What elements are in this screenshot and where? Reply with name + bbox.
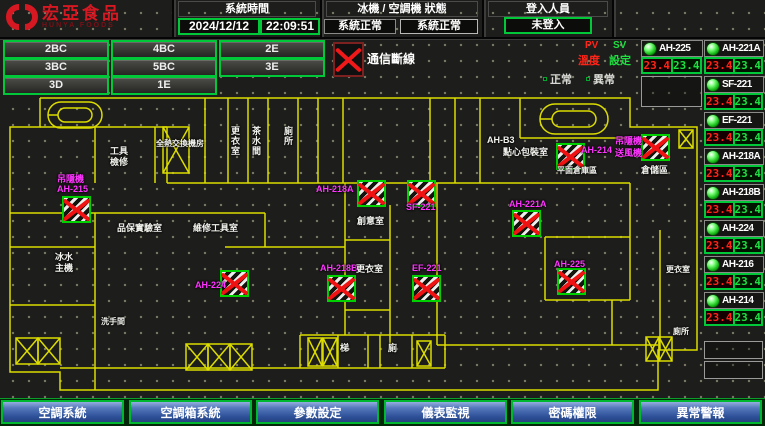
elevator-shaft: [308, 338, 322, 366]
stairs-icon: [48, 102, 102, 128]
wall-lines: [10, 98, 697, 390]
map-label: AH-215: [57, 184, 88, 194]
device-ah-218b[interactable]: [327, 275, 356, 302]
map-label: 檢修: [110, 157, 128, 167]
elevator-shaft: [16, 338, 38, 364]
map-label: EF-221: [412, 263, 442, 273]
stairs-icons: [48, 102, 608, 134]
map-label: AH-225: [554, 259, 585, 269]
map-label: 全熱交換機房: [156, 139, 204, 149]
map-label: 冰水: [55, 252, 73, 262]
map-label: 平面倉庫區: [557, 166, 597, 176]
elevator-shaft: [186, 344, 208, 370]
elevator-shaft: [659, 337, 672, 361]
elevator-shaft: [646, 337, 659, 361]
map-label: 洗手間: [101, 317, 125, 327]
elevator-shaft: [679, 130, 693, 148]
map-label: AH-214: [581, 145, 612, 155]
elevator-shaft: [230, 344, 252, 370]
device-supply-fan[interactable]: [641, 134, 670, 161]
map-label: 茶水間: [251, 126, 260, 156]
device-ah-225[interactable]: [557, 268, 586, 295]
map-label: 倉儲區: [641, 165, 668, 175]
floor-plan: [0, 0, 765, 426]
map-label: AH-224: [195, 280, 226, 290]
map-label: 更衣室: [666, 265, 690, 275]
map-label: AH-221A: [509, 199, 547, 209]
elevator-shaft: [323, 338, 337, 366]
map-label: 品保實驗室: [117, 223, 162, 233]
map-label: 梯: [340, 343, 349, 353]
map-label: 創意室: [357, 216, 384, 226]
map-label: AH-B3: [487, 135, 515, 145]
map-label: 廁: [388, 343, 397, 353]
device-ah-218a[interactable]: [357, 180, 386, 207]
map-label: 送風機: [615, 148, 642, 158]
map-label: AH-218A: [316, 184, 354, 194]
map-label: 工具: [110, 146, 128, 156]
map-label: 主機: [55, 263, 73, 273]
map-label: 廁所: [673, 327, 689, 337]
map-label: 點心包裝室: [503, 147, 548, 157]
elevator-shaft: [417, 341, 431, 366]
map-label: 維修工具室: [193, 223, 238, 233]
map-label: 廁所: [283, 126, 292, 146]
map-label: AH-218B: [320, 263, 358, 273]
map-label: SF-221: [406, 202, 436, 212]
map-label: 更衣室: [230, 126, 239, 156]
stairs-icon: [540, 104, 608, 134]
map-label: 更衣室: [356, 264, 383, 274]
map-label: 吊隱機: [57, 174, 84, 184]
map-label: 吊隱機: [615, 136, 642, 146]
hmi-screen: 宏亞食品 HUNYA FOODS 系統時間 2024/12/12 22:09:5…: [0, 0, 765, 426]
elevator-shaft: [38, 338, 60, 364]
device-ah-221a[interactable]: [512, 210, 541, 237]
elevator-shaft: [208, 344, 230, 370]
device-ef-221[interactable]: [412, 275, 441, 302]
device-ah-215[interactable]: [62, 196, 91, 223]
